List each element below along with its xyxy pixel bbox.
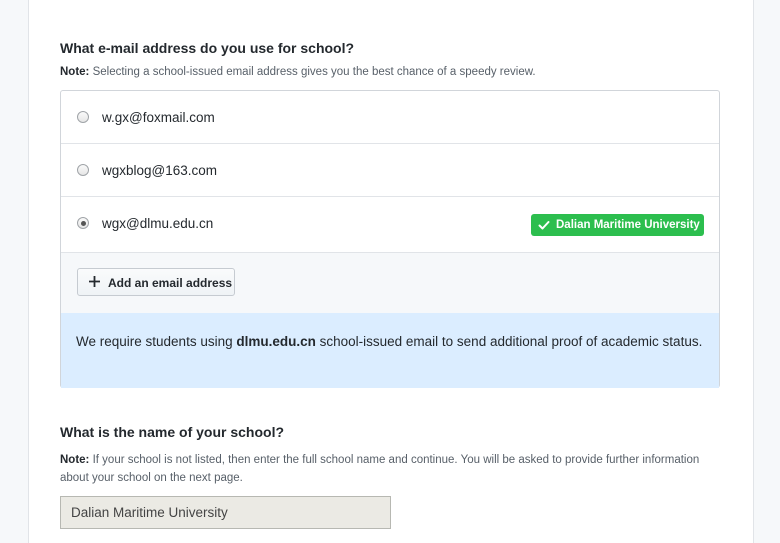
email-option-row[interactable]: wgxblog@163.com: [61, 144, 719, 197]
email-options-box: w.gx@foxmail.com wgxblog@163.com wgx@dlm…: [60, 90, 720, 388]
email-note: Note: Selecting a school-issued email ad…: [60, 63, 720, 81]
email-radio[interactable]: [77, 111, 89, 123]
check-icon: [538, 221, 550, 230]
proof-requirement-notice: We require students using dlmu.edu.cn sc…: [61, 313, 719, 388]
email-note-label: Note:: [60, 66, 90, 78]
email-address: wgx@dlmu.edu.cn: [102, 216, 214, 231]
school-name-input[interactable]: Dalian Maritime University: [60, 496, 391, 529]
school-note: Note: If your school is not listed, then…: [60, 451, 720, 487]
email-note-text: Selecting a school-issued email address …: [92, 66, 536, 78]
email-address: wgxblog@163.com: [102, 163, 218, 178]
add-email-label: Add an email address: [108, 276, 233, 290]
notice-domain: dlmu.edu.cn: [236, 334, 316, 349]
notice-prefix: We require students using: [76, 334, 237, 349]
email-question-title: What e-mail address do you use for schoo…: [60, 40, 355, 56]
add-email-row: Add an email address: [61, 253, 719, 314]
email-option-row[interactable]: wgx@dlmu.edu.cn Dalian Maritime Universi…: [61, 197, 719, 253]
school-note-text: If your school is not listed, then enter…: [60, 454, 700, 484]
email-radio-selected[interactable]: [77, 217, 89, 229]
plus-icon: [89, 276, 100, 287]
notice-suffix: school-issued email to send additional p…: [315, 334, 703, 349]
add-email-button[interactable]: Add an email address: [77, 268, 235, 296]
email-address: w.gx@foxmail.com: [102, 110, 215, 125]
school-note-label: Note:: [60, 454, 90, 466]
badge-label: Dalian Maritime University: [556, 219, 700, 231]
email-radio[interactable]: [77, 164, 89, 176]
email-option-row[interactable]: w.gx@foxmail.com: [61, 91, 719, 144]
school-question-title: What is the name of your school?: [60, 424, 285, 440]
verified-school-badge: Dalian Maritime University: [531, 214, 704, 236]
